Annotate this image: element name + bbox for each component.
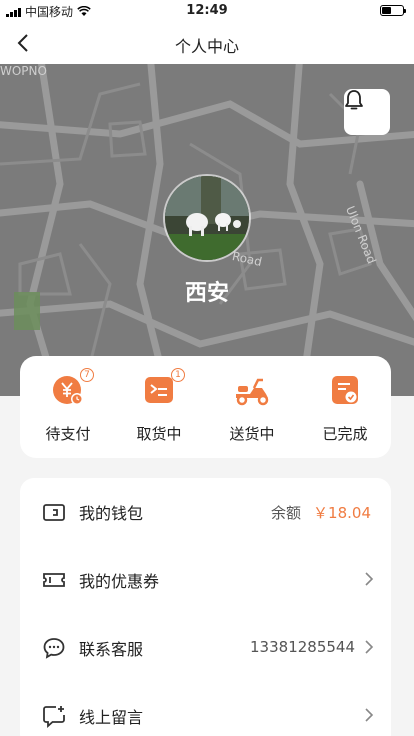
order-label: 待支付 [45, 425, 91, 443]
city-name: 西安 [184, 281, 229, 306]
scooter-icon [236, 374, 269, 406]
ticket-icon [43, 573, 65, 587]
order-badge: 7 [80, 368, 94, 382]
yuan-clock-icon: 7 [52, 368, 94, 406]
menu-item-coupons[interactable]: 我的优惠券 [20, 546, 391, 614]
chevron-right-icon [365, 708, 374, 722]
order-completed[interactable]: 已完成 [305, 374, 385, 444]
message-add-icon [43, 706, 65, 728]
balance-label: 余额 [271, 504, 302, 522]
battery-icon [380, 5, 406, 16]
nav-bar: 个人中心 [0, 22, 414, 64]
menu-card: 我的钱包 余额 ￥18.04 我的优惠券 联系客服 13381285544 线上留… [20, 478, 391, 736]
order-status-card: 7 待支付 1 取货中 送货中 已完成 [20, 356, 391, 458]
chevron-right-icon [365, 640, 374, 654]
pickup-icon: 1 [143, 368, 185, 406]
bell-icon [345, 90, 363, 110]
menu-item-online-message[interactable]: 线上留言 [20, 682, 391, 736]
menu-item-wallet[interactable]: 我的钱包 余额 ￥18.04 [20, 478, 391, 546]
avatar[interactable] [163, 174, 251, 262]
page-title: 个人中心 [174, 37, 239, 56]
menu-item-customer-service[interactable]: 联系客服 13381285544 [20, 614, 391, 682]
order-label: 送货中 [229, 425, 275, 443]
menu-label: 我的优惠券 [79, 572, 160, 591]
service-phone: 13381285544 [250, 638, 355, 656]
wallet-icon [43, 504, 65, 521]
menu-label: 线上留言 [79, 708, 144, 727]
wallet-balance: 余额 ￥18.04 [271, 502, 371, 523]
completed-icon [329, 374, 361, 406]
avatar-photo [165, 176, 249, 260]
notification-button[interactable] [344, 89, 390, 135]
order-label: 已完成 [322, 425, 368, 443]
chat-bubble-icon [43, 638, 65, 659]
menu-label: 我的钱包 [79, 504, 144, 523]
order-picking-up[interactable]: 1 取货中 [119, 368, 199, 444]
chevron-right-icon [365, 572, 374, 586]
balance-amount: ￥18.04 [313, 504, 371, 522]
menu-label: 联系客服 [79, 640, 144, 659]
status-bar: 中国移动 12:49 [0, 0, 414, 22]
order-delivering[interactable]: 送货中 [212, 374, 292, 444]
order-pending-payment[interactable]: 7 待支付 [28, 368, 108, 444]
order-label: 取货中 [136, 425, 182, 443]
clock: 12:49 [186, 3, 228, 18]
map-label: WOPNO [0, 64, 47, 78]
order-badge: 1 [171, 368, 185, 382]
